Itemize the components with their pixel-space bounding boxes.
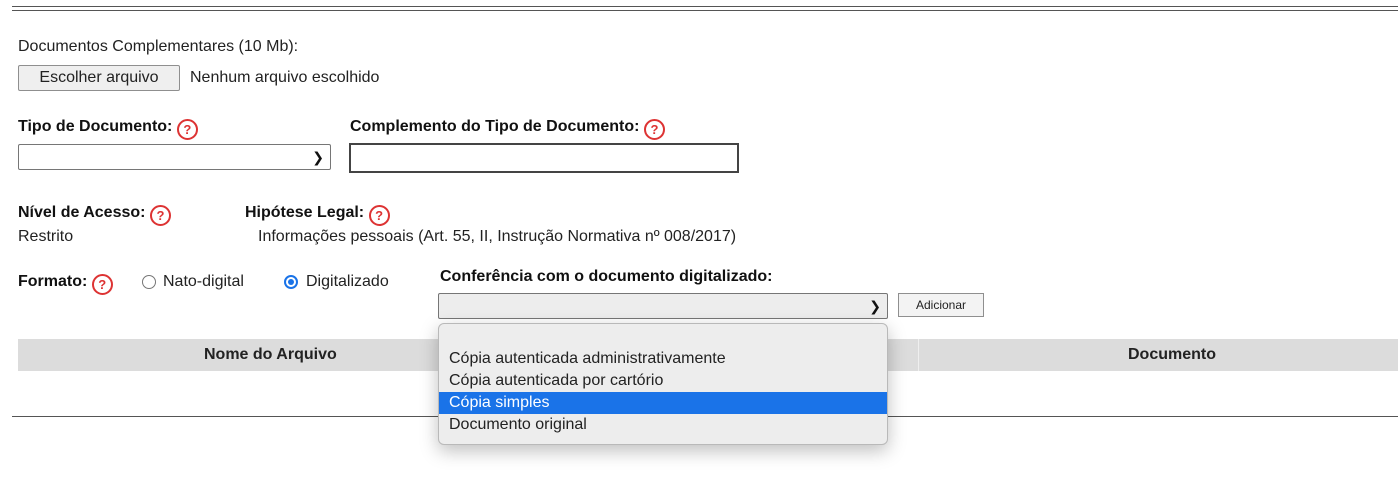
document-type-select[interactable]: ❯ xyxy=(18,144,331,170)
legal-hypothesis-value: Informações pessoais (Art. 55, II, Instr… xyxy=(258,228,737,245)
help-circle-icon[interactable]: ? xyxy=(176,119,198,140)
conference-select[interactable]: ❯ xyxy=(438,293,888,319)
type-complement-input[interactable] xyxy=(349,143,739,173)
option-copia-autenticada-administrativamente[interactable]: Cópia autenticada administrativamente xyxy=(439,348,887,370)
legal-hypothesis-label: Hipótese Legal: xyxy=(245,204,365,221)
type-complement-label-row: Complemento do Tipo de Documento: ? xyxy=(350,118,665,140)
choose-file-button[interactable]: Escolher arquivo xyxy=(18,65,180,91)
column-header-file-name[interactable]: Nome do Arquivo xyxy=(204,346,337,364)
top-divider xyxy=(12,6,1398,11)
help-circle-icon[interactable]: ? xyxy=(91,274,113,295)
conference-dropdown-list: Cópia autenticada administrativamente Có… xyxy=(438,323,888,445)
radio-nato-digital[interactable] xyxy=(142,275,156,289)
document-type-label: Tipo de Documento: xyxy=(18,118,173,135)
type-complement-label: Complemento do Tipo de Documento: xyxy=(350,118,640,135)
help-circle-icon[interactable]: ? xyxy=(149,205,171,226)
option-copia-autenticada-cartorio[interactable]: Cópia autenticada por cartório xyxy=(439,370,887,392)
option-copia-simples[interactable]: Cópia simples xyxy=(439,392,887,414)
complementary-docs-label: Documentos Complementares (10 Mb): xyxy=(18,38,299,55)
legal-hypothesis-label-row: Hipótese Legal: ? xyxy=(245,204,390,226)
access-level-value: Restrito xyxy=(18,228,74,245)
chevron-down-icon: ❯ xyxy=(869,298,881,314)
access-level-label-row: Nível de Acesso: ? xyxy=(18,204,171,226)
chevron-down-icon: ❯ xyxy=(312,149,324,165)
column-separator xyxy=(918,339,919,371)
document-type-label-row: Tipo de Documento: ? xyxy=(18,118,198,140)
radio-nato-digital-label: Nato-digital xyxy=(163,273,244,290)
help-circle-icon[interactable]: ? xyxy=(368,205,390,226)
no-file-chosen-text: Nenhum arquivo escolhido xyxy=(190,69,380,86)
column-header-document[interactable]: Documento xyxy=(1128,346,1216,364)
add-button[interactable]: Adicionar xyxy=(898,293,984,317)
format-label: Formato: xyxy=(18,273,88,290)
help-circle-icon[interactable]: ? xyxy=(643,119,665,140)
format-label-row: Formato: ? xyxy=(18,273,113,295)
conference-label: Conferência com o documento digitalizado… xyxy=(440,268,773,285)
radio-digitalizado[interactable] xyxy=(284,275,298,289)
radio-digitalizado-label: Digitalizado xyxy=(306,273,389,290)
access-level-label: Nível de Acesso: xyxy=(18,204,146,221)
option-documento-original[interactable]: Documento original xyxy=(439,414,887,436)
